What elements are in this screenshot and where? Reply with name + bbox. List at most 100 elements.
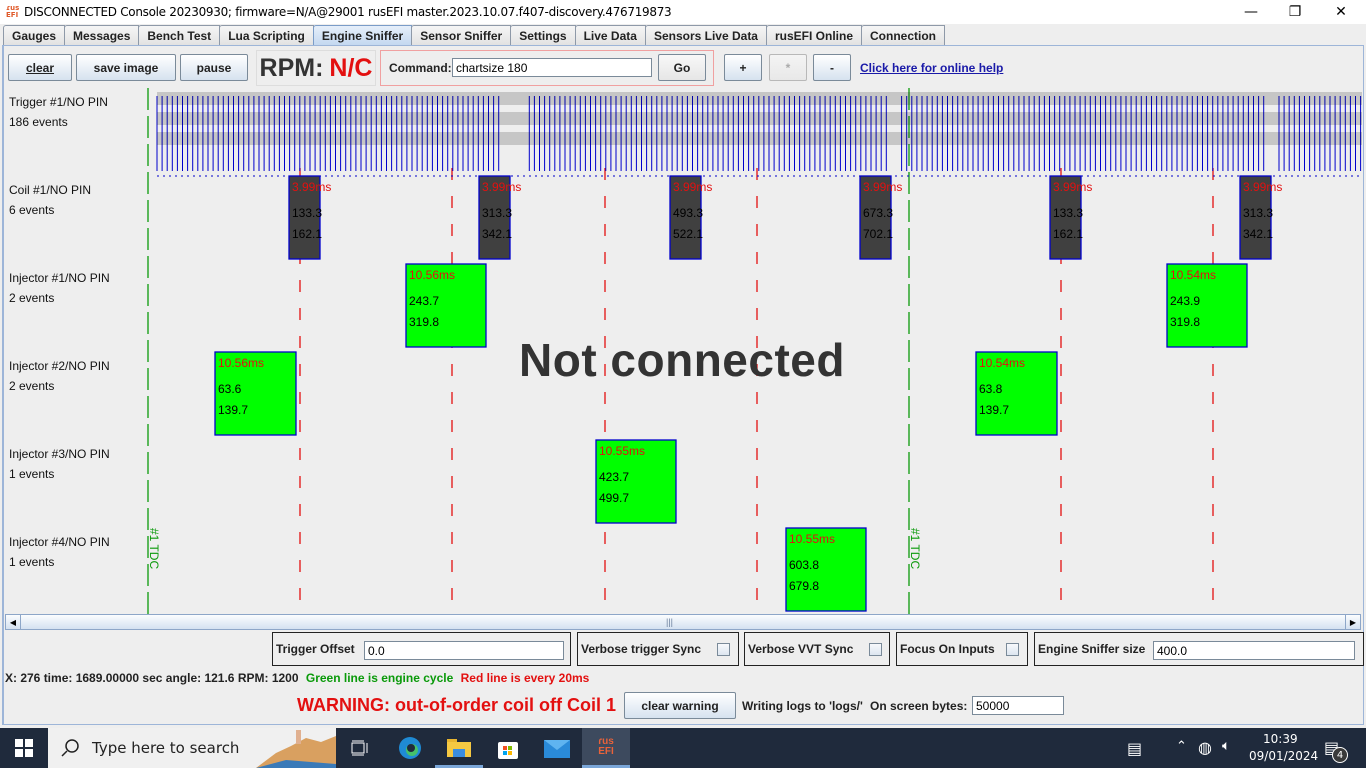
file-explorer-taskbar-button[interactable] (435, 728, 483, 768)
engine-sniffer-chart[interactable]: #1 TDC #1 TDC 3.99ms 133.3 162.1 3.99ms 313.3 3… (4, 88, 1362, 615)
coil-event-end-angle: 162.1 (1053, 227, 1083, 241)
mail-taskbar-button[interactable] (533, 728, 581, 768)
clear-warning-button[interactable]: clear warning (624, 692, 736, 719)
horizontal-scrollbar[interactable]: ◀ ||| ▶ (5, 614, 1361, 630)
coil-event-start-angle: 313.3 (482, 206, 512, 220)
verbose-vvt-label: Verbose VVT Sync (748, 642, 854, 656)
rpm-display: RPM: N/C (256, 50, 376, 86)
tab-settings[interactable]: Settings (510, 25, 576, 45)
tab-gauges[interactable]: Gauges (3, 25, 66, 45)
save-image-button[interactable]: save image (76, 54, 176, 81)
trigger-label-band (157, 132, 1362, 145)
go-button[interactable]: Go (658, 54, 706, 81)
injector1-event-duration: 10.54ms (1170, 268, 1216, 282)
row-name: Trigger #1/NO PIN (9, 95, 108, 109)
restore-button[interactable]: ❐ (1272, 0, 1318, 24)
sniffer-size-label: Engine Sniffer size (1038, 642, 1146, 656)
coil-event-duration: 3.99ms (292, 180, 331, 194)
cursor-info: X: 276 time: 1689.00000 sec angle: 121.6… (5, 671, 299, 685)
window-title: DISCONNECTED Console 20230930; firmware=… (24, 5, 672, 19)
mail-icon (544, 740, 570, 758)
injector4-event-start-angle: 603.8 (789, 558, 819, 572)
pause-button[interactable]: pause (180, 54, 248, 81)
on-screen-bytes-input[interactable]: 50000 (972, 696, 1064, 715)
coil-event-start-angle: 313.3 (1243, 206, 1273, 220)
close-button[interactable]: ✕ (1318, 0, 1364, 24)
row-event-count: 1 events (9, 555, 55, 569)
windows-logo-icon (15, 739, 33, 757)
injector1-event-start-angle: 243.7 (409, 294, 439, 308)
volume-icon[interactable]: 🔈︎ (1222, 738, 1230, 754)
rusefi-taskbar-button[interactable]: ɾus EFI (582, 728, 630, 768)
store-taskbar-button[interactable] (484, 728, 532, 768)
news-icon[interactable]: ▤ (1127, 739, 1142, 758)
red-line-legend: Red line is every 20ms (460, 671, 590, 685)
injector1-event-end-angle: 319.8 (409, 315, 439, 329)
row-name: Injector #3/NO PIN (9, 447, 110, 461)
injector2-event-duration: 10.54ms (979, 356, 1025, 370)
tab-sensors-live-data[interactable]: Sensors Live Data (644, 25, 767, 45)
focus-inputs-panel: Focus On Inputs (896, 632, 1028, 666)
tdc-label: #1 TDC (147, 528, 161, 569)
trigger-offset-label: Trigger Offset (276, 642, 355, 656)
scroll-track[interactable] (20, 615, 1346, 629)
edge-taskbar-button[interactable] (386, 728, 434, 768)
injector3-event-duration: 10.55ms (599, 444, 645, 458)
zoom-in-label: + (739, 60, 747, 75)
scroll-grip-icon[interactable]: ||| (666, 617, 673, 627)
zoom-out-label: - (830, 60, 834, 75)
injector2-event-duration: 10.56ms (218, 356, 264, 370)
tab-sensor-sniffer[interactable]: Sensor Sniffer (411, 25, 512, 45)
tab-messages[interactable]: Messages (64, 25, 140, 45)
pause-label: pause (196, 60, 232, 75)
clear-button[interactable]: clear (8, 54, 72, 81)
coil-event-duration: 3.99ms (673, 180, 712, 194)
tab-bench-test[interactable]: Bench Test (138, 25, 221, 45)
tab-lua-scripting[interactable]: Lua Scripting (219, 25, 314, 45)
injector3-event-end-angle: 499.7 (599, 491, 629, 505)
focus-inputs-label: Focus On Inputs (900, 642, 995, 656)
coil-event-start-angle: 673.3 (863, 206, 893, 220)
injector2-event-end-angle: 139.7 (218, 403, 248, 417)
task-view-button[interactable] (336, 728, 384, 768)
coil-event-start-angle: 493.3 (673, 206, 703, 220)
row-name: Coil #1/NO PIN (9, 183, 92, 197)
edge-icon (399, 737, 421, 759)
command-label: Command: (389, 61, 452, 75)
start-button[interactable] (0, 728, 48, 768)
windows-taskbar: Type here to search ɾus EFI ▤ ⌃ ◍ 🔈︎ 10:3… (0, 728, 1366, 768)
search-highlight-image-icon (256, 730, 336, 768)
tab-live-data[interactable]: Live Data (574, 25, 646, 45)
zoom-out-button[interactable]: - (813, 54, 851, 81)
injector3-event-start-angle: 423.7 (599, 470, 629, 484)
verbose-vvt-checkbox[interactable] (869, 643, 882, 656)
chevron-up-icon[interactable]: ⌃ (1176, 739, 1187, 754)
store-icon (498, 742, 518, 759)
verbose-trigger-checkbox[interactable] (717, 643, 730, 656)
minimize-button[interactable]: — (1228, 0, 1274, 24)
network-globe-icon[interactable]: ◍ (1198, 738, 1212, 757)
tab-connection[interactable]: Connection (861, 25, 945, 45)
coil-event-duration: 3.99ms (863, 180, 902, 194)
clock-time[interactable]: 10:39 (1263, 732, 1298, 746)
focus-inputs-checkbox[interactable] (1006, 643, 1019, 656)
scroll-right-icon[interactable]: ▶ (1346, 615, 1360, 629)
save-image-label: save image (93, 60, 159, 75)
tab-engine-sniffer[interactable]: Engine Sniffer (312, 25, 413, 45)
trigger-offset-input[interactable]: 0.0 (364, 641, 564, 660)
row-event-count: 6 events (9, 203, 55, 217)
sniffer-size-input[interactable]: 400.0 (1153, 641, 1355, 660)
rusefi-icon: ɾus EFI (598, 735, 614, 757)
online-help-link[interactable]: Click here for online help (860, 61, 1003, 75)
tdc-label: #1 TDC (908, 528, 922, 569)
status-line: X: 276 time: 1689.00000 sec angle: 121.6… (5, 671, 589, 685)
clock-date[interactable]: 09/01/2024 (1249, 749, 1318, 763)
command-input[interactable]: chartsize 180 (452, 58, 652, 77)
zoom-in-button[interactable]: + (724, 54, 762, 81)
trigger-label-band (157, 92, 1362, 105)
clear-warning-label: clear warning (641, 698, 719, 713)
tab-rusefi-online[interactable]: rusEFI Online (765, 25, 862, 45)
zoom-reset-button[interactable]: * (769, 54, 807, 81)
scroll-left-icon[interactable]: ◀ (6, 615, 20, 629)
taskbar-search[interactable]: Type here to search (48, 728, 336, 768)
